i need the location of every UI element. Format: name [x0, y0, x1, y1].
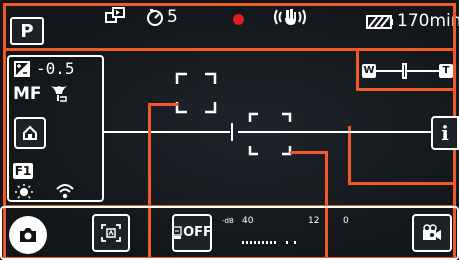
white-balance-icon: [14, 183, 34, 201]
exposure-value: -0.5: [36, 59, 75, 78]
left-border: [3, 48, 6, 206]
exposure-comp-icon: [14, 61, 30, 77]
audio-level-0: 0: [343, 216, 349, 226]
home-icon: [22, 125, 38, 141]
flash-icon: F1: [13, 163, 33, 179]
shutter-button[interactable]: [9, 216, 47, 254]
audio-level-meter: -dB 40 12 0: [222, 216, 362, 246]
zoom-bar[interactable]: W T: [362, 60, 453, 88]
audio-unit-label: -dB: [222, 217, 234, 225]
zoom-callout-line-v: [356, 48, 359, 90]
battery-time: 170min: [397, 11, 459, 31]
level-line-left: [104, 131, 230, 133]
focus-frame-small: [248, 112, 292, 156]
top-status-bar: P 5 170min: [0, 0, 459, 50]
focus-mode-label: MF: [13, 84, 42, 104]
audio-level-icon: [242, 230, 322, 244]
top-border-left: [3, 3, 6, 50]
stabilizer-icon: [272, 6, 308, 28]
face-detect-icon: [100, 223, 122, 243]
zoom-tele-label: T: [442, 65, 450, 76]
shooting-mode-label: P: [20, 20, 34, 42]
top-border-bottom: [3, 48, 456, 51]
focus-frame-large: [175, 72, 217, 114]
face-detect-button[interactable]: [92, 214, 130, 252]
info-icon: i: [441, 121, 449, 145]
timecode-off-icon: OFF: [172, 226, 212, 240]
info-button[interactable]: i: [431, 116, 459, 150]
level-center-tick: [231, 123, 233, 141]
zoom-slider-handle[interactable]: [402, 63, 407, 79]
self-timer-value: 5: [167, 7, 178, 27]
zoom-wide-box: W: [362, 64, 376, 78]
slow-motion-icon: [104, 6, 126, 28]
battery-icon: [366, 14, 394, 29]
focus-callout-h-2: [290, 151, 328, 154]
info-callout-line-v: [348, 126, 351, 184]
focus-callout-h-1: [148, 103, 178, 106]
info-callout-line-h: [348, 182, 456, 185]
flash-label: F1: [14, 164, 32, 178]
self-timer-icon: [145, 7, 165, 27]
wifi-icon: [55, 182, 75, 200]
macro-icon: [48, 84, 68, 102]
scene-select-button[interactable]: [412, 214, 452, 252]
timecode-off-button[interactable]: OFF: [172, 214, 212, 252]
scene-select-icon: [421, 224, 443, 242]
shooting-mode-button[interactable]: P: [10, 17, 44, 45]
zoom-tele-box: T: [439, 64, 453, 78]
top-panel-border: [3, 3, 456, 6]
audio-level-40: 40: [242, 216, 254, 226]
top-border-right: [453, 3, 456, 50]
audio-level-12: 12: [308, 216, 320, 226]
shutter-icon: [19, 227, 37, 243]
off-label: OFF: [183, 225, 212, 240]
zoom-callout-line-h: [356, 88, 456, 91]
record-dot-icon: [233, 14, 244, 25]
home-button[interactable]: [14, 117, 46, 149]
battery-indicator: 170min: [366, 11, 459, 31]
zoom-track: [376, 70, 440, 72]
zoom-wide-label: W: [363, 65, 375, 76]
